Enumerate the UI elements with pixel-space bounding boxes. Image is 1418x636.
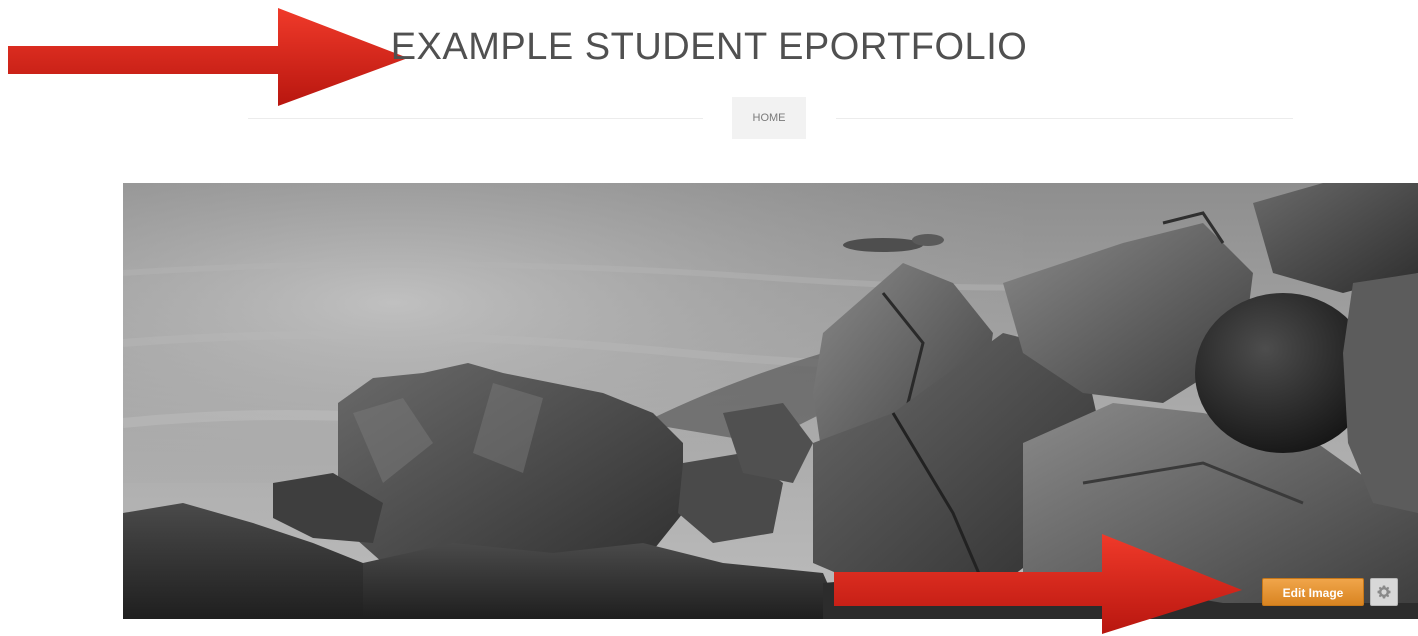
main-navigation: HOME [248,97,1293,139]
annotation-arrow-edit-image [834,534,1242,634]
nav-divider-left [248,118,703,119]
nav-divider-right [836,118,1293,119]
page: EXAMPLE STUDENT EPORTFOLIO HOME Edit Ima… [0,0,1418,636]
site-title[interactable]: EXAMPLE STUDENT EPORTFOLIO [0,26,1418,69]
edit-image-button[interactable]: Edit Image [1262,578,1364,606]
nav-item-home[interactable]: HOME [732,97,806,139]
gear-icon [1377,585,1391,599]
banner-settings-button[interactable] [1370,578,1398,606]
